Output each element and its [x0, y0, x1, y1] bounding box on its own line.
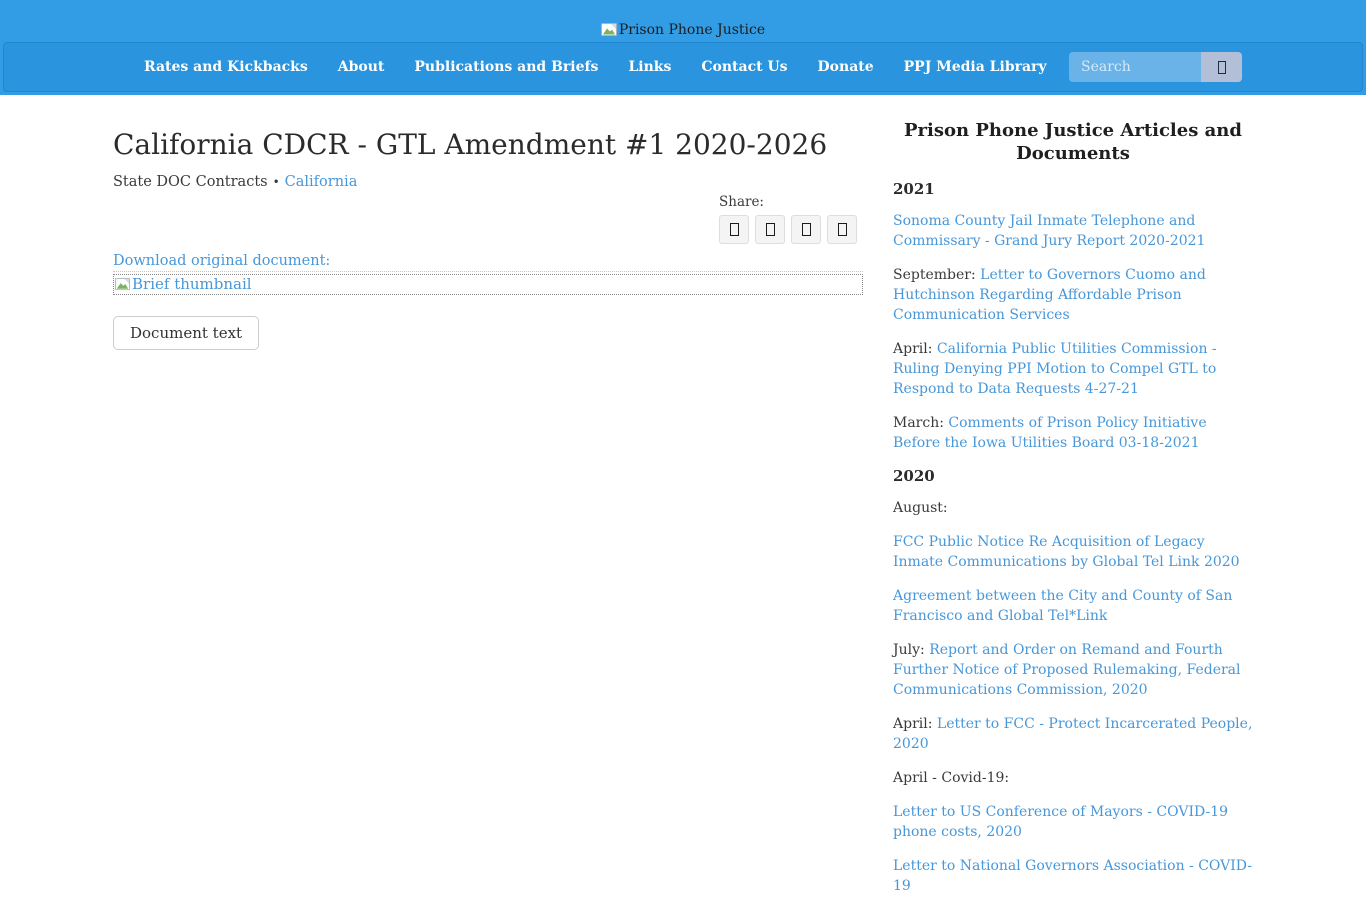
share-icon — [730, 223, 739, 236]
brief-thumbnail-link[interactable]: Brief thumbnail — [113, 274, 863, 295]
breadcrumb-separator: • — [273, 175, 280, 189]
share-label: Share: — [719, 194, 857, 210]
article-date-prefix: September: — [893, 267, 980, 283]
article-date-prefix: April - Covid-19: — [893, 770, 1009, 786]
article-link[interactable]: Sonoma County Jail Inmate Telephone and … — [893, 213, 1205, 249]
article-link[interactable]: Letter to US Conference of Mayors - COVI… — [893, 804, 1228, 840]
breadcrumb: State DOC Contracts • California — [113, 174, 863, 190]
share-icon — [766, 223, 775, 236]
nav-item-about[interactable]: About — [323, 59, 400, 75]
nav-item-publications-and-briefs[interactable]: Publications and Briefs — [399, 59, 613, 75]
broken-image-icon — [115, 277, 130, 292]
sidebar-article-item: Letter to US Conference of Mayors - COVI… — [893, 802, 1253, 842]
search-button[interactable] — [1201, 52, 1242, 82]
sidebar-article-item: September: Letter to Governors Cuomo and… — [893, 265, 1253, 325]
thumbnail-alt-text: Brief thumbnail — [132, 277, 252, 292]
site-logo-alt-text: Prison Phone Justice — [619, 22, 765, 38]
download-original-link[interactable]: Download original document: — [113, 253, 330, 269]
broken-image-icon — [601, 22, 617, 38]
main-nav: Rates and KickbacksAboutPublications and… — [3, 42, 1363, 92]
article-date-prefix: March: — [893, 415, 948, 431]
sidebar-article-item: FCC Public Notice Re Acquisition of Lega… — [893, 532, 1253, 572]
nav-item-donate[interactable]: Donate — [803, 59, 889, 75]
sidebar-sections: 2021 Sonoma County Jail Inmate Telephone … — [893, 180, 1253, 896]
share-block: Share: — [719, 194, 857, 244]
sidebar-year-2021: 2021 — [893, 180, 1253, 198]
sidebar-article-item: Sonoma County Jail Inmate Telephone and … — [893, 211, 1253, 251]
sidebar-article-item: April - Covid-19: — [893, 768, 1253, 788]
share-icon — [838, 223, 847, 236]
page-title: California CDCR - GTL Amendment #1 2020-… — [113, 128, 863, 161]
sidebar-year-2020: 2020 — [893, 467, 1253, 485]
article-link[interactable]: Agreement between the City and County of… — [893, 588, 1232, 624]
article-date-prefix: July: — [893, 642, 929, 658]
sidebar-article-item: March: Comments of Prison Policy Initiat… — [893, 413, 1253, 453]
sidebar-article-item: Agreement between the City and County of… — [893, 586, 1253, 626]
article-link[interactable]: FCC Public Notice Re Acquisition of Lega… — [893, 534, 1240, 570]
article-date-prefix: August: — [893, 500, 948, 516]
site-header: Prison Phone Justice Rates and Kickbacks… — [0, 0, 1366, 95]
content-area: California CDCR - GTL Amendment #1 2020-… — [113, 95, 1253, 910]
search-input[interactable] — [1069, 52, 1201, 82]
breadcrumb-category: State DOC Contracts — [113, 174, 268, 190]
share-button-1[interactable] — [719, 215, 749, 244]
article-date-prefix: April: — [893, 716, 937, 732]
breadcrumb-link-california[interactable]: California — [285, 174, 358, 190]
download-row: Download original document: — [113, 253, 863, 272]
article-link[interactable]: Letter to National Governors Association… — [893, 858, 1252, 894]
sidebar-title: Prison Phone Justice Articles and Docume… — [901, 119, 1245, 166]
share-button-2[interactable] — [755, 215, 785, 244]
sidebar-article-item: April: California Public Utilities Commi… — [893, 339, 1253, 399]
nav-item-contact-us[interactable]: Contact Us — [686, 59, 802, 75]
sidebar-article-item: Letter to National Governors Association… — [893, 856, 1253, 896]
sidebar: Prison Phone Justice Articles and Docume… — [893, 95, 1253, 910]
article-link[interactable]: Report and Order on Remand and Fourth Fu… — [893, 642, 1241, 698]
sidebar-article-item: April: Letter to FCC - Protect Incarcera… — [893, 714, 1253, 754]
sidebar-article-item: July: Report and Order on Remand and Fou… — [893, 640, 1253, 700]
share-button-4[interactable] — [827, 215, 857, 244]
article-main: California CDCR - GTL Amendment #1 2020-… — [113, 95, 863, 910]
site-logo-link[interactable]: Prison Phone Justice — [601, 22, 765, 38]
share-button-3[interactable] — [791, 215, 821, 244]
article-link[interactable]: Letter to FCC - Protect Incarcerated Peo… — [893, 716, 1252, 752]
article-date-prefix: April: — [893, 341, 937, 357]
sidebar-article-item: August: — [893, 498, 1253, 518]
share-icon — [802, 223, 811, 236]
nav-item-links[interactable]: Links — [613, 59, 686, 75]
search-icon — [1218, 61, 1226, 74]
share-buttons — [719, 215, 857, 244]
article-link[interactable]: California Public Utilities Commission -… — [893, 341, 1217, 397]
nav-item-rates-and-kickbacks[interactable]: Rates and Kickbacks — [129, 59, 323, 75]
document-text-button[interactable]: Document text — [113, 316, 259, 350]
share-wrap: Share: — [113, 194, 857, 244]
search-form — [1069, 52, 1242, 82]
nav-item-ppj-media-library[interactable]: PPJ Media Library — [889, 59, 1062, 75]
logo-row: Prison Phone Justice — [0, 0, 1366, 42]
nav-list: Rates and KickbacksAboutPublications and… — [129, 59, 1062, 75]
